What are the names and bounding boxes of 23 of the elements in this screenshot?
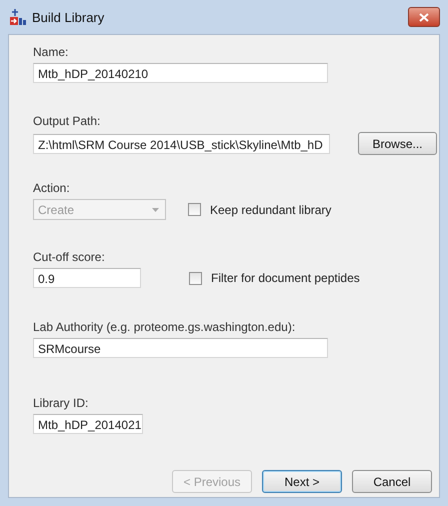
input-field[interactable]: 0.9 <box>33 268 141 288</box>
checkbox-label: Filter for document peptides <box>211 271 360 285</box>
field-label: Name: <box>33 45 70 59</box>
field-label: Cut-off score: <box>33 250 106 264</box>
dropdown-arrow-icon <box>152 208 159 212</box>
input-field[interactable]: SRMcourse <box>33 338 328 358</box>
checkbox-label: Keep redundant library <box>210 202 332 216</box>
app-icon <box>10 9 26 25</box>
window-title: Build Library <box>32 10 104 24</box>
field-label: Library ID: <box>33 396 90 410</box>
input-field[interactable]: Mtb_hDP_2014021 <box>33 414 143 434</box>
field-label: Lab Authority (e.g. proteome.gs.washington.edu): <box>33 320 296 334</box>
field-label: Action: <box>33 181 71 195</box>
checkbox[interactable] <box>189 272 202 284</box>
checkbox[interactable] <box>188 203 201 216</box>
input-field[interactable]: Mtb_hDP_20140210 <box>33 63 328 83</box>
browse-button[interactable]: Browse... <box>358 132 437 155</box>
wizard-button[interactable]: Next > <box>262 470 342 493</box>
wizard-button[interactable]: Cancel <box>352 470 432 493</box>
field-label: Output Path: <box>33 114 102 128</box>
close-button[interactable] <box>408 7 440 27</box>
close-icon <box>419 12 429 22</box>
input-field[interactable]: Z:\html\SRM Course 2014\USB_stick\Skyline\Mtb_hD <box>33 134 330 154</box>
